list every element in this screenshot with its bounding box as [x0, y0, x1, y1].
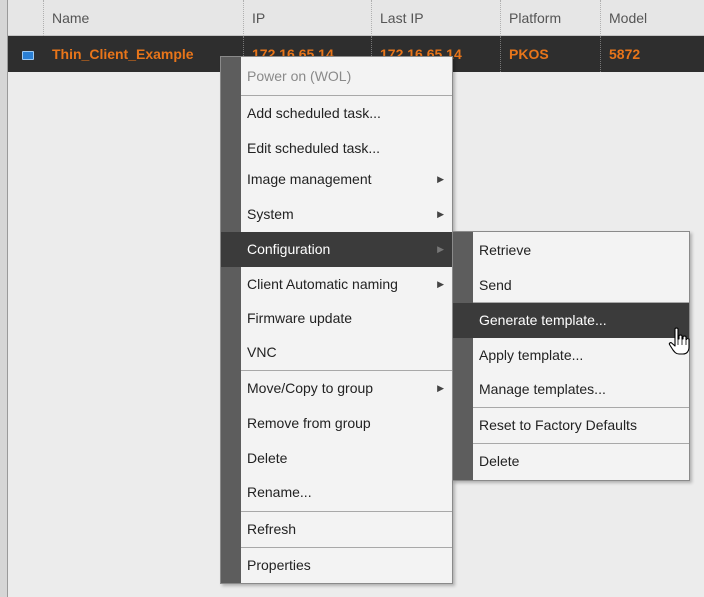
- cell-platform: PKOS: [501, 36, 601, 72]
- hand-pointer-icon: [668, 327, 690, 355]
- menu-item-client-automatic-naming[interactable]: Client Automatic naming ▶: [221, 267, 452, 302]
- menu-item-label: Move/Copy to group: [247, 380, 374, 396]
- chevron-right-icon: ▶: [437, 383, 444, 393]
- submenu-item-reset-to-factory-defaults[interactable]: Reset to Factory Defaults: [453, 408, 689, 443]
- menu-item-label: Configuration: [247, 241, 331, 257]
- menu-item-label: Client Automatic naming: [247, 276, 398, 292]
- column-header-platform[interactable]: Platform: [501, 0, 601, 36]
- column-header-model[interactable]: Model: [601, 0, 704, 36]
- menu-item-configuration[interactable]: Configuration ▶: [221, 232, 452, 267]
- menu-item-vnc[interactable]: VNC: [221, 335, 452, 370]
- configuration-submenu: Retrieve Send Generate template... Apply…: [452, 231, 690, 481]
- submenu-item-apply-template[interactable]: Apply template...: [453, 338, 689, 373]
- window-left-border: [0, 0, 8, 597]
- column-header-ip[interactable]: IP: [244, 0, 372, 36]
- submenu-item-send[interactable]: Send: [453, 268, 689, 303]
- menu-item-rename[interactable]: Rename...: [221, 475, 452, 510]
- menu-item-remove-from-group[interactable]: Remove from group: [221, 406, 452, 441]
- submenu-item-manage-templates[interactable]: Manage templates...: [453, 372, 689, 407]
- column-header-name[interactable]: Name: [44, 0, 244, 36]
- menu-item-properties[interactable]: Properties: [221, 548, 452, 583]
- column-header-last-ip[interactable]: Last IP: [372, 0, 501, 36]
- menu-item-refresh[interactable]: Refresh: [221, 512, 452, 547]
- device-icon: [22, 51, 34, 60]
- chevron-right-icon: ▶: [437, 244, 444, 254]
- context-menu: Power on (WOL) Add scheduled task... Edi…: [220, 56, 453, 584]
- submenu-item-retrieve[interactable]: Retrieve: [453, 233, 689, 268]
- cell-name: Thin_Client_Example: [44, 36, 244, 72]
- chevron-right-icon: ▶: [437, 174, 444, 184]
- chevron-right-icon: ▶: [437, 279, 444, 289]
- menu-item-system[interactable]: System ▶: [221, 197, 452, 232]
- menu-item-delete[interactable]: Delete: [221, 441, 452, 476]
- cell-model: 5872: [609, 46, 641, 62]
- chevron-right-icon: ▶: [437, 209, 444, 219]
- menu-item-move-copy-to-group[interactable]: Move/Copy to group ▶: [221, 371, 452, 406]
- submenu-item-generate-template[interactable]: Generate template...: [453, 303, 689, 338]
- header-spacer: [8, 0, 44, 36]
- menu-item-label: System: [247, 206, 294, 222]
- menu-item-image-management[interactable]: Image management ▶: [221, 162, 452, 197]
- menu-item-label: Image management: [247, 171, 372, 187]
- menu-item-firmware-update[interactable]: Firmware update: [221, 301, 452, 336]
- submenu-item-delete[interactable]: Delete: [453, 444, 689, 479]
- menu-item-edit-scheduled-task[interactable]: Edit scheduled task...: [221, 131, 452, 166]
- grid-header: Name IP Last IP Platform Model: [8, 0, 704, 36]
- menu-item-power-on[interactable]: Power on (WOL): [221, 59, 452, 94]
- menu-item-add-scheduled-task[interactable]: Add scheduled task...: [221, 96, 452, 131]
